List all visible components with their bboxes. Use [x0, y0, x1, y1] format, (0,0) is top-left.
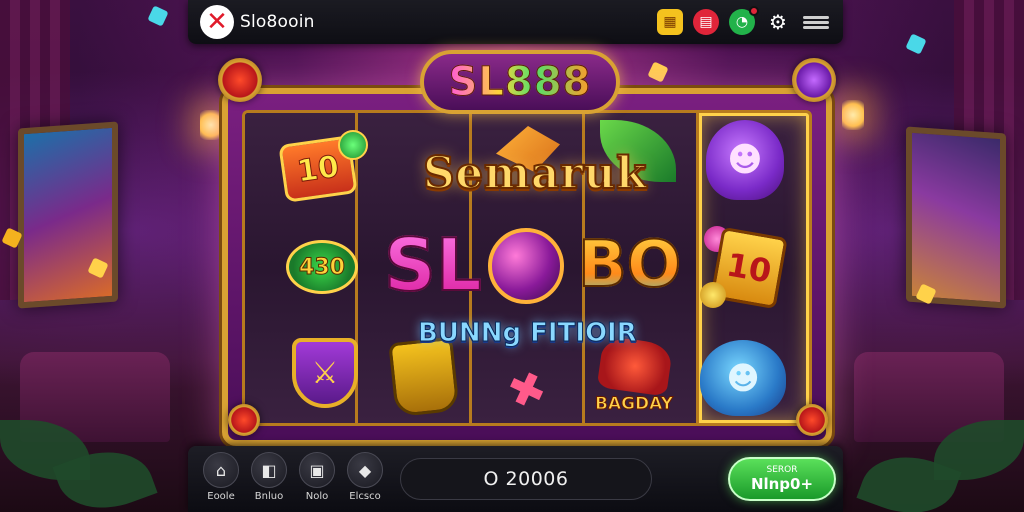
nav-button-diamond[interactable]: ◆ Elcsco [340, 452, 390, 506]
menu-icon[interactable] [801, 9, 831, 35]
symbol-blue-dragon-icon: ☻ [700, 340, 786, 416]
left-wall-painting [18, 121, 118, 309]
diamond-icon: ◆ [347, 452, 383, 488]
home-icon: ⌂ [203, 452, 239, 488]
nav-button-gift[interactable]: ▣ Nolo [292, 452, 342, 506]
bag-icon: ◧ [251, 452, 287, 488]
balance-display: O 20006 [400, 458, 652, 500]
symbol-gold-coin [700, 282, 726, 308]
symbol-shield-icon: ⚔ [292, 338, 358, 408]
nav-label: Elcsco [349, 491, 381, 502]
x-mark-icon[interactable]: ✕ [200, 5, 234, 39]
symbol-green-chip [338, 130, 368, 160]
spin-button-caption: SEROR [766, 465, 798, 475]
left-lamp [200, 110, 222, 140]
big-logo-right: BO [577, 222, 682, 308]
bottom-bar: ⌂ Eoole ◧ Bnluo ▣ Nolo ◆ Elcsco O 20006 … [188, 446, 843, 512]
right-wall-painting [906, 126, 1006, 309]
settings-icon[interactable]: ⚙ [765, 9, 791, 35]
nav-button-home[interactable]: ⌂ Eoole [196, 452, 246, 506]
symbol-chip-430: 430 [286, 240, 358, 294]
game-title-plate: SL888 [420, 50, 620, 114]
nav-label: Bnluo [254, 491, 284, 502]
nav-button-bag[interactable]: ◧ Bnluo [244, 452, 294, 506]
gift-icon[interactable]: ▦ [657, 9, 683, 35]
big-logo-ball [488, 228, 564, 304]
chat-icon[interactable]: ◔ [729, 6, 759, 35]
promo-headline: Semaruk [422, 147, 648, 200]
gift-icon: ▣ [299, 452, 335, 488]
symbol-purple-dragon-icon: ☻ [706, 120, 784, 200]
top-bar: ✕ Slo8ooin ▦ ▤ ◔ ⚙ [188, 0, 843, 44]
big-logo-row: SL BO [383, 222, 684, 308]
promo-subline: BUNNg FITIOIR [418, 318, 638, 349]
spin-button[interactable]: SEROR Nlnp0+ [728, 457, 836, 501]
game-title: SL888 [448, 59, 592, 106]
top-icon-group: ▦ ▤ ◔ ⚙ [657, 6, 831, 35]
corner-gem-top-right [792, 58, 836, 102]
brand-name: Slo8ooin [240, 12, 315, 32]
symbol-gold-bag [388, 336, 460, 418]
corner-gem-bottom-left [228, 404, 260, 436]
nav-label: Nolo [305, 491, 329, 502]
notification-dot [749, 6, 759, 16]
bag-icon[interactable]: ▤ [693, 9, 719, 35]
nav-label: Eoole [207, 491, 235, 502]
corner-gem-top-left [218, 58, 262, 102]
right-lamp [842, 100, 864, 130]
symbol-badge-text: BAGDAY [594, 394, 674, 415]
corner-gem-bottom-right [796, 404, 828, 436]
big-logo-left: SL [383, 222, 483, 308]
spin-button-label: Nlnp0+ [750, 475, 814, 493]
